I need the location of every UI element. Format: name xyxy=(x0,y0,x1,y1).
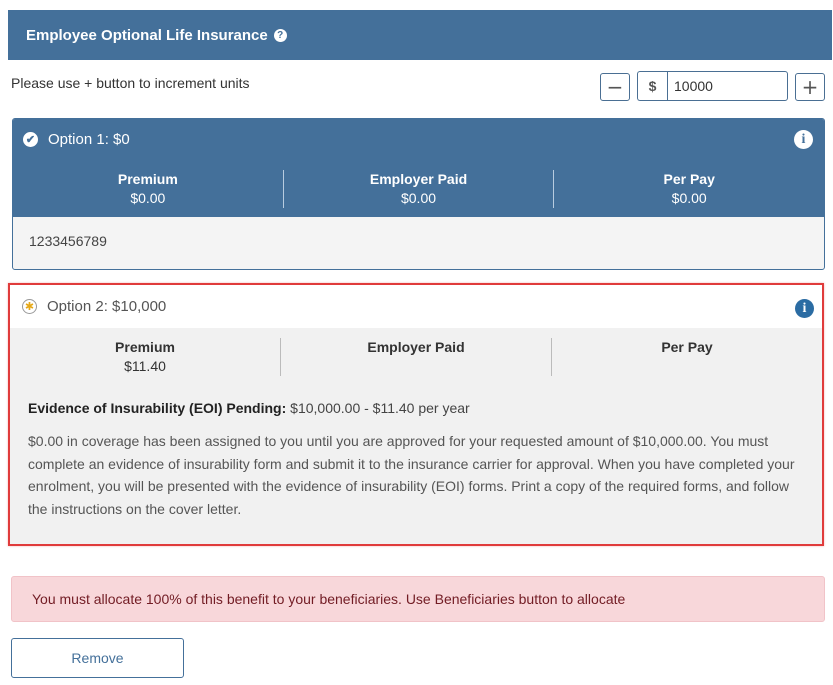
premium-value: $11.40 xyxy=(124,358,166,374)
employer-paid-column: Employer Paid $0.00 xyxy=(284,170,554,208)
increment-button[interactable]: + xyxy=(795,73,825,101)
premium-column: Premium $0.00 xyxy=(13,170,283,208)
check-circle-icon: ✔ xyxy=(23,132,38,147)
premium-value: $0.00 xyxy=(130,189,166,206)
employer-paid-value: $0.00 xyxy=(400,189,437,206)
beneficiary-alert: You must allocate 100% of this benefit t… xyxy=(11,576,825,622)
decrement-button[interactable]: − xyxy=(600,73,630,101)
employer-paid-column: Employer Paid xyxy=(281,338,551,376)
per-pay-value: $0.00 xyxy=(671,189,707,206)
option-2-card[interactable]: ✱ Option 2: $10,000 i Premium $11.40 Emp… xyxy=(8,283,824,546)
panel-header: Employee Optional Life Insurance ? xyxy=(8,10,832,60)
per-pay-column: Per Pay xyxy=(552,338,822,376)
eoi-status: Evidence of Insurability (EOI) Pending: … xyxy=(10,388,822,416)
eoi-value: $10,000.00 - $11.40 per year xyxy=(290,400,470,416)
eoi-label: Evidence of Insurability (EOI) Pending: xyxy=(28,400,287,416)
remove-button[interactable]: Remove xyxy=(11,638,184,678)
unit-instruction: Please use + button to increment units xyxy=(11,75,250,91)
panel-title: Employee Optional Life Insurance xyxy=(26,26,268,44)
option-2-title: Option 2: $10,000 xyxy=(47,298,167,315)
per-pay-label: Per Pay xyxy=(661,339,713,355)
info-icon[interactable]: i xyxy=(795,299,814,318)
premium-label: Premium xyxy=(117,170,178,187)
employer-paid-label: Employer Paid xyxy=(367,339,465,355)
amount-input[interactable] xyxy=(667,71,788,101)
option-1-card[interactable]: ✔ Option 1: $0 i Premium $0.00 Employer … xyxy=(12,118,825,270)
option-1-header[interactable]: ✔ Option 1: $0 i xyxy=(13,119,824,160)
option-1-summary: Premium $0.00 Employer Paid $0.00 Per Pa… xyxy=(13,160,824,217)
amount-group: $ xyxy=(637,71,788,101)
option-2-summary: Premium $11.40 Employer Paid Per Pay xyxy=(10,328,822,388)
option-2-header[interactable]: ✱ Option 2: $10,000 i xyxy=(10,285,822,328)
help-icon[interactable]: ? xyxy=(273,28,287,42)
info-icon[interactable]: i xyxy=(794,130,813,149)
eoi-description: $0.00 in coverage has been assigned to y… xyxy=(28,433,795,517)
employer-paid-label: Employer Paid xyxy=(369,170,468,187)
option-1-detail: 1233456789 xyxy=(29,233,107,249)
currency-addon: $ xyxy=(637,71,667,101)
premium-column: Premium $11.40 xyxy=(10,338,280,376)
option-1-title: Option 1: $0 xyxy=(48,131,130,148)
pending-star-icon: ✱ xyxy=(22,299,37,314)
premium-label: Premium xyxy=(115,339,175,355)
per-pay-column: Per Pay $0.00 xyxy=(554,170,824,208)
per-pay-label: Per Pay xyxy=(663,170,715,187)
